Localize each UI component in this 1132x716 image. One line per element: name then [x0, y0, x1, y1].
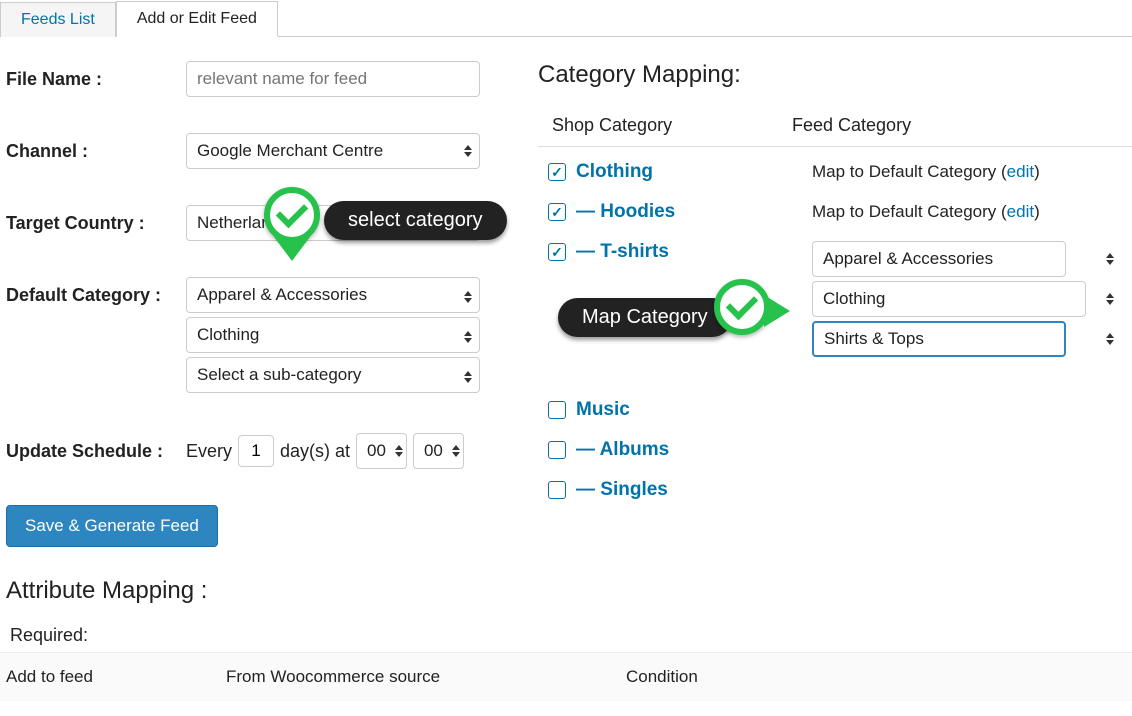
save-generate-button[interactable]: Save & Generate Feed	[6, 505, 218, 547]
category-mapping-title: Category Mapping:	[538, 61, 1132, 89]
schedule-days-input[interactable]	[238, 435, 274, 467]
file-name-input[interactable]	[186, 61, 480, 97]
check-icon	[714, 279, 770, 335]
tab-feeds-list[interactable]: Feeds List	[0, 2, 116, 37]
default-cat-select-1[interactable]: Apparel & Accessories	[186, 277, 480, 313]
schedule-daysat-text: day(s) at	[280, 441, 350, 462]
edit-link-clothing[interactable]: edit	[1007, 162, 1034, 181]
cat-music[interactable]: Music	[576, 399, 630, 421]
attr-col-source: From Woocommerce source	[226, 667, 626, 687]
checkbox-music[interactable]	[548, 401, 566, 419]
select-category-tooltip: select category	[324, 201, 507, 240]
arrow-down-icon	[274, 237, 310, 261]
channel-label: Channel :	[6, 133, 186, 162]
check-icon	[264, 187, 320, 243]
cat-hoodies[interactable]: — Hoodies	[576, 201, 675, 223]
shop-category-header: Shop Category	[552, 115, 792, 136]
map-default-text: Map to Default Category (	[812, 162, 1007, 181]
default-cat-select-2[interactable]: Clothing	[186, 317, 480, 353]
channel-select[interactable]: Google Merchant Centre	[186, 133, 480, 169]
attr-col-add: Add to feed	[6, 667, 226, 687]
cat-clothing[interactable]: Clothing	[576, 161, 653, 183]
update-schedule-label: Update Schedule :	[6, 433, 186, 462]
required-label: Required:	[6, 619, 532, 652]
default-cat-select-3[interactable]: Select a sub-category	[186, 357, 480, 393]
cat-albums[interactable]: — Albums	[576, 439, 669, 461]
tab-add-edit[interactable]: Add or Edit Feed	[116, 1, 278, 37]
map-default-text: Map to Default Category (	[812, 202, 1007, 221]
schedule-every-text: Every	[186, 441, 232, 462]
attribute-mapping-title: Attribute Mapping :	[6, 577, 532, 605]
attr-col-condition: Condition	[626, 667, 1126, 687]
file-name-label: File Name :	[6, 61, 186, 90]
default-category-label: Default Category :	[6, 277, 186, 306]
feed-category-header: Feed Category	[792, 115, 1118, 136]
checkbox-hoodies[interactable]	[548, 203, 566, 221]
map-category-tooltip: Map Category	[558, 298, 732, 337]
checkbox-albums[interactable]	[548, 441, 566, 459]
cat-singles[interactable]: — Singles	[576, 479, 668, 501]
checkbox-singles[interactable]	[548, 481, 566, 499]
checkbox-tshirts[interactable]	[548, 243, 566, 261]
edit-link-hoodies[interactable]: edit	[1007, 202, 1034, 221]
cat-tshirts[interactable]: — T-shirts	[576, 241, 669, 263]
tshirt-select-1[interactable]: Apparel & Accessories	[812, 241, 1066, 277]
checkbox-clothing[interactable]	[548, 163, 566, 181]
tabs-bar: Feeds List Add or Edit Feed	[0, 0, 1132, 37]
target-country-label: Target Country :	[6, 205, 186, 234]
arrow-right-icon	[764, 295, 790, 327]
